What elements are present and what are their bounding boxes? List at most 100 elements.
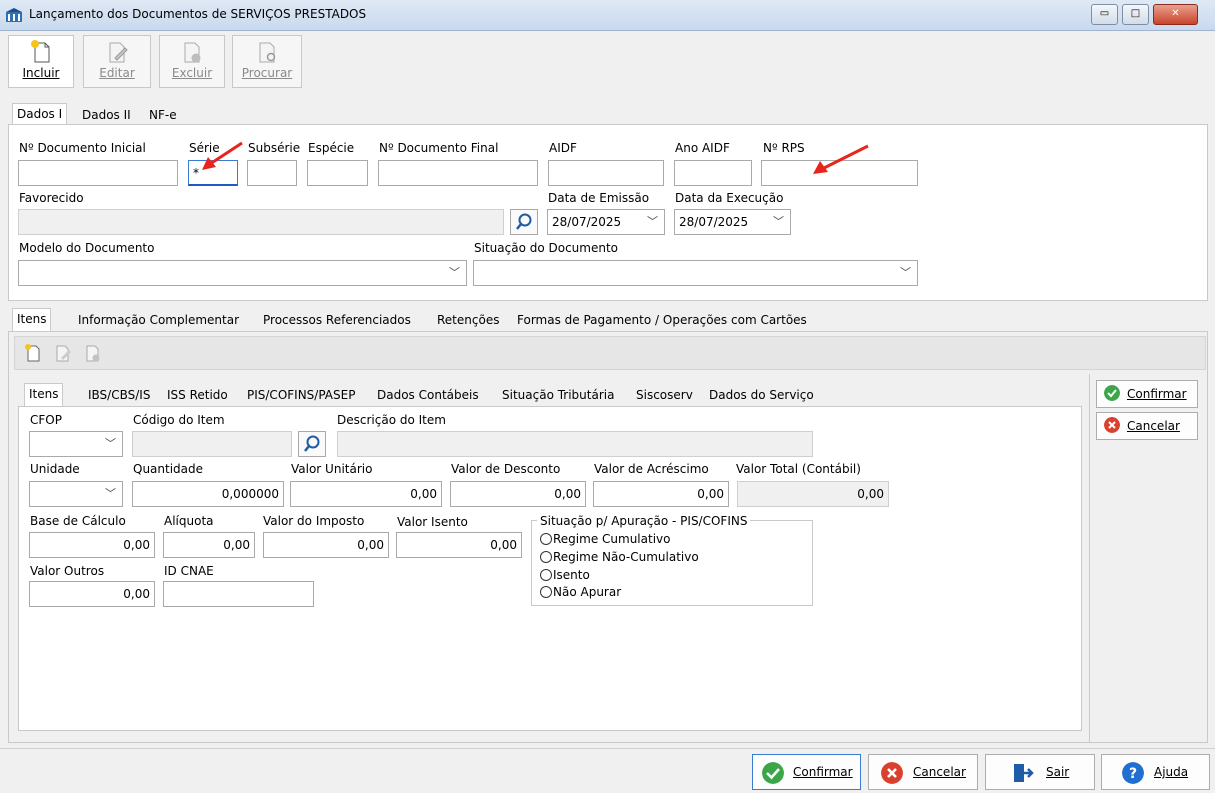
n-doc-inicial-label: Nº Documento Inicial bbox=[19, 141, 146, 155]
modelo-combo[interactable]: ﹀ bbox=[18, 260, 467, 286]
id-cnae-field[interactable] bbox=[163, 581, 314, 607]
tab-itens[interactable]: Itens bbox=[12, 308, 52, 332]
data-execucao-field[interactable]: 28/07/2025 ﹀ bbox=[674, 209, 791, 235]
cfop-label: CFOP bbox=[30, 413, 62, 427]
aidf-label: AIDF bbox=[549, 141, 577, 155]
tab-item-iss[interactable]: ISS Retido bbox=[163, 385, 232, 407]
radio-regime-cumulativo[interactable]: Regime Cumulativo bbox=[540, 532, 670, 546]
chevron-down-icon[interactable]: ﹀ bbox=[449, 261, 460, 285]
chevron-down-icon[interactable]: ﹀ bbox=[900, 261, 911, 285]
radio-label: Não Apurar bbox=[553, 585, 622, 599]
procurar-button[interactable]: Procurar bbox=[232, 35, 302, 88]
aliquota-field[interactable]: 0,00 bbox=[163, 532, 255, 558]
n-doc-final-label: Nº Documento Final bbox=[379, 141, 499, 155]
incluir-label: Incluir bbox=[22, 66, 60, 80]
tab-item-pis[interactable]: PIS/COFINS/PASEP bbox=[243, 385, 359, 407]
codigo-item-label: Código do Item bbox=[133, 413, 225, 427]
exit-icon bbox=[1014, 764, 1034, 782]
favorecido-label: Favorecido bbox=[19, 191, 84, 205]
maximize-button[interactable]: □ bbox=[1122, 4, 1149, 25]
subserie-field[interactable] bbox=[247, 160, 297, 186]
check-icon bbox=[1104, 385, 1120, 401]
window-title: Lançamento dos Documentos de SERVIÇOS PR… bbox=[29, 7, 367, 21]
data-emissao-field[interactable]: 28/07/2025 ﹀ bbox=[547, 209, 665, 235]
tab-item-siscoserv[interactable]: Siscoserv bbox=[632, 385, 697, 407]
tab-processos-referenciados[interactable]: Processos Referenciados bbox=[259, 310, 415, 332]
footer-confirmar-label: Confirmar bbox=[793, 765, 853, 779]
radio-label: Regime Cumulativo bbox=[553, 532, 671, 546]
chevron-down-icon[interactable]: ﹀ bbox=[105, 432, 116, 456]
tab-item-ibs[interactable]: IBS/CBS/IS bbox=[84, 385, 154, 407]
unidade-label: Unidade bbox=[30, 462, 80, 476]
radio-label: Regime Não-Cumulativo bbox=[553, 550, 699, 564]
tab-item-itens[interactable]: Itens bbox=[24, 383, 64, 407]
favorecido-search-button[interactable] bbox=[510, 209, 538, 235]
valor-unitario-label: Valor Unitário bbox=[291, 462, 373, 476]
chevron-down-icon[interactable]: ﹀ bbox=[105, 482, 116, 506]
add-item-icon[interactable] bbox=[23, 343, 43, 363]
codigo-item-search-button[interactable] bbox=[298, 431, 326, 457]
excluir-button[interactable]: Excluir bbox=[159, 35, 225, 88]
tab-item-contabeis[interactable]: Dados Contábeis bbox=[373, 385, 483, 407]
valor-imposto-field[interactable]: 0,00 bbox=[263, 532, 389, 558]
aidf-field[interactable] bbox=[548, 160, 664, 186]
excluir-label: Excluir bbox=[171, 66, 213, 80]
delete-item-icon[interactable] bbox=[83, 343, 103, 363]
especie-field[interactable] bbox=[307, 160, 368, 186]
item-confirmar-label: Confirmar bbox=[1127, 387, 1187, 401]
cancel-icon bbox=[1104, 417, 1120, 433]
situacao-apuracao-label: Situação p/ Apuração - PIS/COFINS bbox=[537, 514, 751, 528]
valor-acrescimo-field[interactable]: 0,00 bbox=[593, 481, 729, 507]
item-cancelar-button[interactable]: Cancelar bbox=[1096, 412, 1198, 440]
data-emissao-label: Data de Emissão bbox=[548, 191, 650, 205]
footer-sair-button[interactable]: Sair bbox=[985, 754, 1095, 790]
chevron-down-icon[interactable]: ﹀ bbox=[773, 210, 784, 234]
valor-unitario-field[interactable]: 0,00 bbox=[290, 481, 442, 507]
ano-aidf-field[interactable] bbox=[674, 160, 752, 186]
footer-confirmar-button[interactable]: Confirmar bbox=[752, 754, 861, 790]
editar-button[interactable]: Editar bbox=[83, 35, 151, 88]
descricao-item-field bbox=[337, 431, 813, 457]
radio-label: Isento bbox=[553, 568, 590, 582]
valor-desconto-field[interactable]: 0,00 bbox=[450, 481, 586, 507]
base-calculo-label: Base de Cálculo bbox=[30, 514, 126, 528]
aliquota-label: Alíquota bbox=[164, 514, 214, 528]
cfop-combo[interactable]: ﹀ bbox=[29, 431, 123, 457]
minimize-button[interactable]: ▭ bbox=[1091, 4, 1118, 25]
tab-item-situacao[interactable]: Situação Tributária bbox=[498, 385, 618, 407]
editar-label: Editar bbox=[99, 66, 135, 80]
radio-nao-apurar[interactable]: Não Apurar bbox=[540, 585, 621, 599]
valor-isento-field[interactable]: 0,00 bbox=[396, 532, 522, 558]
item-confirmar-button[interactable]: Confirmar bbox=[1096, 380, 1198, 408]
quantidade-field[interactable]: 0,000000 bbox=[132, 481, 284, 507]
incluir-button[interactable]: Incluir bbox=[8, 35, 74, 88]
tab-informacao-complementar[interactable]: Informação Complementar bbox=[74, 310, 243, 332]
unidade-combo[interactable]: ﹀ bbox=[29, 481, 123, 507]
chevron-down-icon[interactable]: ﹀ bbox=[647, 210, 658, 234]
quantidade-label: Quantidade bbox=[133, 462, 204, 476]
edit-document-icon bbox=[109, 42, 128, 63]
valor-outros-field[interactable]: 0,00 bbox=[29, 581, 155, 607]
footer-ajuda-button[interactable]: ? Ajuda bbox=[1101, 754, 1210, 790]
situacao-label: Situação do Documento bbox=[474, 241, 619, 255]
tab-retencoes[interactable]: Retenções bbox=[433, 310, 503, 332]
edit-item-icon[interactable] bbox=[53, 343, 73, 363]
id-cnae-label: ID CNAE bbox=[164, 564, 214, 578]
divider bbox=[1089, 374, 1090, 743]
radio-regime-nao-cumulativo[interactable]: Regime Não-Cumulativo bbox=[540, 550, 699, 564]
valor-acrescimo-label: Valor de Acréscimo bbox=[594, 462, 709, 476]
base-calculo-field[interactable]: 0,00 bbox=[29, 532, 155, 558]
close-button[interactable]: ✕ bbox=[1153, 4, 1198, 25]
tab-formas-pagamento[interactable]: Formas de Pagamento / Operações com Cart… bbox=[513, 310, 811, 332]
radio-isento[interactable]: Isento bbox=[540, 568, 590, 582]
valor-imposto-label: Valor do Imposto bbox=[263, 514, 365, 528]
subserie-label: Subsérie bbox=[248, 141, 301, 155]
tab-item-servico[interactable]: Dados do Serviço bbox=[705, 385, 818, 407]
descricao-item-label: Descrição do Item bbox=[337, 413, 446, 427]
n-doc-final-field[interactable] bbox=[378, 160, 538, 186]
footer-cancelar-button[interactable]: Cancelar bbox=[868, 754, 978, 790]
title-bar: Lançamento dos Documentos de SERVIÇOS PR… bbox=[0, 0, 1215, 31]
tab-dados-i[interactable]: Dados I bbox=[12, 103, 68, 125]
n-doc-inicial-field[interactable] bbox=[18, 160, 178, 186]
situacao-combo[interactable]: ﹀ bbox=[473, 260, 918, 286]
